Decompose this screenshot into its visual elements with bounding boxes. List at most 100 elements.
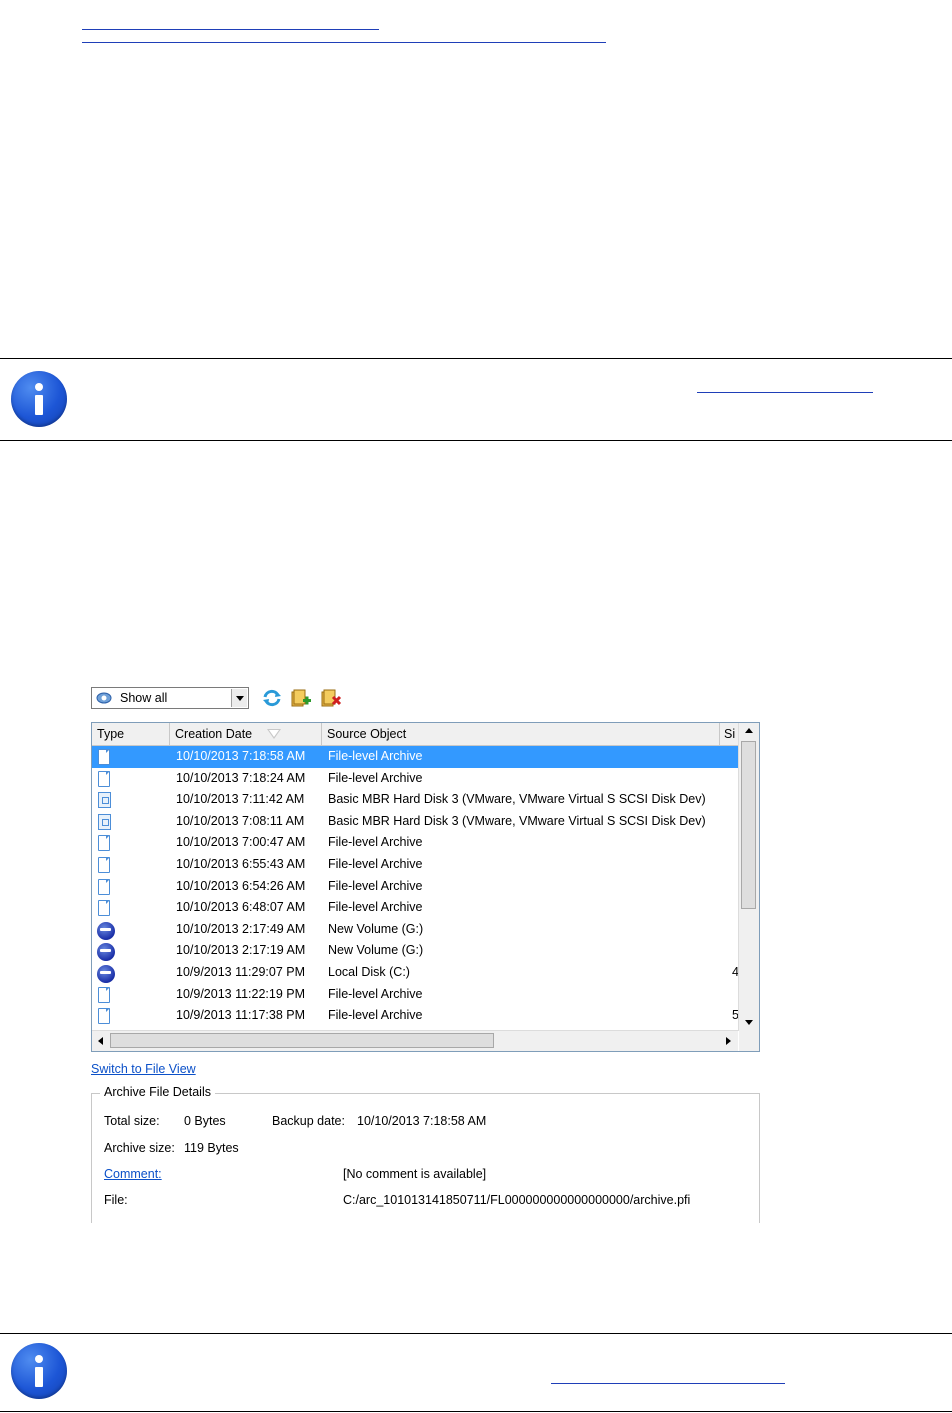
- table-row[interactable]: 10/9/2013 11:22:19 PM File-level Archive: [92, 984, 738, 1006]
- table-row[interactable]: 10/9/2013 11:17:38 PM File-level Archive 5: [92, 1005, 739, 1027]
- source-object-cell: Basic MBR Hard Disk 3 (VMware, VMware Vi…: [328, 813, 706, 828]
- column-creation-date[interactable]: Creation Date: [170, 723, 322, 745]
- info-icon: [11, 371, 67, 427]
- remove-archive-icon[interactable]: [320, 688, 342, 708]
- vertical-scroll-thumb[interactable]: [741, 741, 756, 909]
- table-row[interactable]: 10/10/2013 6:48:07 AM File-level Archive: [92, 897, 738, 919]
- file-label: File:: [104, 1193, 128, 1207]
- vertical-scrollbar[interactable]: [738, 723, 759, 1031]
- archive-size-label: Archive size:: [104, 1141, 175, 1155]
- archive-browser: Show all Type Creation Date Source Objec…: [91, 684, 761, 1224]
- creation-date-cell: 10/10/2013 2:17:19 AM: [176, 943, 306, 958]
- table-row[interactable]: 10/10/2013 7:18:58 AM File-level Archive: [92, 746, 738, 768]
- top-link-1[interactable]: [82, 29, 379, 30]
- scroll-up-button[interactable]: [739, 723, 759, 740]
- archive-file-details: Archive File Details Total size: 0 Bytes…: [91, 1085, 760, 1223]
- file-archive-icon: [96, 878, 114, 896]
- comment-link[interactable]: Comment:: [104, 1167, 162, 1181]
- horizontal-scroll-thumb[interactable]: [110, 1033, 494, 1048]
- note-link-1[interactable]: [697, 392, 873, 393]
- source-object-cell: File-level Archive: [328, 770, 423, 785]
- note-divider-bottom-2: [0, 1411, 952, 1412]
- source-object-cell: File-level Archive: [328, 835, 423, 850]
- creation-date-cell: 10/9/2013 11:17:38 PM: [176, 1008, 306, 1023]
- creation-date-cell: 10/10/2013 6:55:43 AM: [176, 857, 306, 871]
- sort-desc-icon: [267, 729, 281, 739]
- column-type[interactable]: Type: [92, 723, 170, 745]
- total-size-value: 0 Bytes: [184, 1114, 226, 1128]
- details-legend: Archive File Details: [100, 1085, 215, 1099]
- creation-date-cell: 10/9/2013 11:29:07 PM: [176, 965, 306, 979]
- scroll-left-button[interactable]: [92, 1032, 112, 1049]
- creation-date-cell: 10/9/2013 11:22:19 PM: [176, 986, 306, 1001]
- volume-archive-icon: [96, 964, 115, 983]
- creation-date-cell: 10/10/2013 6:48:07 AM: [176, 900, 306, 915]
- creation-date-cell: 10/10/2013 6:54:26 AM: [176, 878, 306, 893]
- volume-archive-icon: [96, 921, 115, 940]
- file-archive-icon: [96, 748, 114, 766]
- note-divider-top-2: [0, 1333, 952, 1334]
- top-link-2[interactable]: [82, 42, 606, 43]
- source-object-cell: New Volume (G:): [328, 921, 424, 936]
- source-object-cell: New Volume (G:): [328, 943, 424, 958]
- note-link-2[interactable]: [551, 1383, 785, 1384]
- chevron-down-icon[interactable]: [231, 689, 247, 707]
- source-object-cell: File-level Archive: [328, 986, 423, 1001]
- add-archive-icon[interactable]: [290, 688, 312, 708]
- archive-size-value: 119 Bytes: [184, 1141, 239, 1155]
- source-object-cell: File-level Archive: [328, 857, 423, 871]
- backup-date-value: 10/10/2013 7:18:58 AM: [357, 1114, 487, 1128]
- file-archive-icon: [96, 986, 114, 1004]
- comment-value: [No comment is available]: [343, 1167, 487, 1181]
- creation-date-cell: 10/10/2013 7:08:11 AM: [176, 813, 305, 828]
- filter-select[interactable]: Show all: [91, 687, 249, 709]
- column-size[interactable]: Si: [720, 723, 738, 745]
- creation-date-cell: 10/10/2013 2:17:49 AM: [176, 921, 306, 936]
- horizontal-scrollbar[interactable]: [92, 1030, 738, 1051]
- table-row[interactable]: 10/10/2013 7:00:47 AM File-level Archive: [92, 832, 738, 854]
- total-size-label: Total size:: [104, 1114, 160, 1128]
- list-header: Type Creation Date Source Object Si: [92, 723, 738, 746]
- note-divider-top: [0, 358, 952, 359]
- table-row[interactable]: 10/9/2013 11:29:07 PM Local Disk (C:) 4: [92, 962, 739, 984]
- table-row[interactable]: 10/10/2013 7:18:24 AM File-level Archive: [92, 768, 738, 790]
- source-object-cell: File-level Archive: [328, 878, 423, 893]
- scroll-corner: [739, 1031, 759, 1051]
- switch-to-file-view-link[interactable]: Switch to File View: [91, 1062, 196, 1076]
- table-row[interactable]: 10/10/2013 6:54:26 AM File-level Archive: [92, 876, 738, 898]
- table-row[interactable]: 10/10/2013 7:08:11 AM Basic MBR Hard Disk…: [92, 811, 738, 833]
- filter-value: Show all: [120, 691, 168, 705]
- table-row[interactable]: 10/10/2013 6:55:43 AM File-level Archive: [92, 854, 738, 876]
- filter-icon: [96, 692, 112, 704]
- archive-list[interactable]: Type Creation Date Source Object Si 10/1…: [91, 722, 760, 1052]
- file-archive-icon: [96, 856, 114, 874]
- disk-archive-icon: [96, 791, 114, 809]
- file-archive-icon: [96, 770, 114, 788]
- table-row[interactable]: 10/10/2013 7:11:42 AM Basic MBR Hard Disk…: [92, 789, 738, 811]
- table-row[interactable]: 10/10/2013 2:17:19 AM New Volume (G:): [92, 940, 738, 962]
- note-divider-bottom: [0, 440, 952, 441]
- refresh-icon[interactable]: [261, 688, 283, 708]
- table-row[interactable]: 10/10/2013 2:17:49 AM New Volume (G:): [92, 919, 738, 941]
- creation-date-cell: 10/10/2013 7:18:24 AM: [176, 770, 306, 785]
- backup-date-label: Backup date:: [272, 1114, 345, 1128]
- creation-date-cell: 10/10/2013 7:18:58 AM: [176, 749, 306, 763]
- column-creation-date-label: Creation Date: [175, 727, 253, 741]
- creation-date-cell: 10/10/2013 7:11:42 AM: [176, 792, 305, 807]
- source-object-cell: Basic MBR Hard Disk 3 (VMware, VMware Vi…: [328, 792, 706, 807]
- file-archive-icon: [96, 1007, 114, 1025]
- file-archive-icon: [96, 899, 114, 917]
- scroll-down-button[interactable]: [739, 1014, 759, 1031]
- column-source-object[interactable]: Source Object: [322, 723, 720, 745]
- file-archive-icon: [96, 834, 114, 852]
- creation-date-cell: 10/10/2013 7:00:47 AM: [176, 835, 306, 850]
- scroll-right-button[interactable]: [718, 1032, 738, 1049]
- source-object-cell: File-level Archive: [328, 1008, 423, 1023]
- source-object-cell: File-level Archive: [328, 900, 423, 915]
- disk-archive-icon: [96, 813, 114, 831]
- source-object-cell: File-level Archive: [328, 749, 423, 763]
- source-object-cell: Local Disk (C:): [328, 965, 410, 979]
- info-icon: [11, 1343, 67, 1399]
- volume-archive-icon: [96, 942, 115, 962]
- file-path-value: C:/arc_101013141850711/FL000000000000000…: [343, 1193, 691, 1207]
